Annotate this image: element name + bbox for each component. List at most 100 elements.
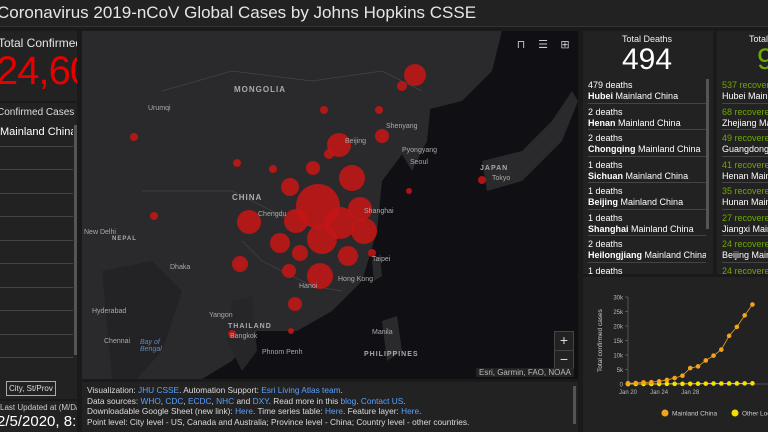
death-region: Mainland China (631, 223, 694, 234)
case-marker[interactable] (338, 246, 358, 266)
blog-link[interactable]: blog (341, 396, 357, 406)
case-marker[interactable] (306, 161, 320, 175)
case-marker[interactable] (478, 176, 486, 184)
map-view[interactable]: MONGOLIA CHINA JAPAN THAILAND PHILIPPINE… (82, 31, 578, 379)
cases-chart-panel: 0 5k 10k 15k 20k 25k 30k Total confirmed cases J… (583, 277, 768, 432)
recovered-place: Zhejiang Mainland China (722, 117, 768, 128)
list-item[interactable]: 1 deaths Sichuan Mainland China (588, 157, 706, 183)
country-row[interactable] (0, 147, 73, 170)
case-marker[interactable] (375, 106, 383, 114)
country-row[interactable] (0, 335, 73, 358)
case-marker[interactable] (233, 159, 241, 167)
case-marker[interactable] (292, 245, 308, 261)
list-item[interactable]: 479 deaths Hubei Mainland China (588, 77, 706, 104)
map-label: Taipei (372, 256, 391, 263)
zoom-out-button[interactable]: − (555, 350, 573, 368)
timeseries-link[interactable]: Here (325, 406, 343, 416)
case-marker[interactable] (282, 264, 296, 278)
total-recovered-value: 9 (757, 43, 768, 76)
list-item[interactable]: 1 deaths (588, 263, 706, 275)
case-marker[interactable] (269, 165, 277, 173)
country-row[interactable] (0, 241, 73, 264)
death-count: 1 deaths (588, 186, 623, 196)
map-canvas[interactable] (82, 31, 578, 379)
case-marker[interactable] (232, 256, 248, 272)
case-marker[interactable] (406, 188, 412, 194)
source-link[interactable]: NHC (216, 396, 234, 406)
death-region: Mainland China (615, 91, 679, 101)
case-marker[interactable] (284, 209, 308, 233)
map-label: Beijing (345, 138, 367, 145)
recovered-place: Hubei Mainland China (722, 91, 768, 101)
case-marker[interactable] (270, 233, 290, 253)
map-label: Yangon (209, 312, 233, 319)
info-scrollbar[interactable] (573, 386, 576, 424)
city-state-button[interactable]: City, St/Prov (6, 381, 56, 396)
case-marker[interactable] (397, 81, 407, 91)
list-item[interactable]: 68 recoveredZhejiang Mainland China (722, 104, 768, 130)
info-text: . Automation Support: (179, 385, 262, 395)
list-item[interactable]: 41 recoveredHenan Mainland China (722, 157, 768, 183)
case-marker[interactable] (150, 212, 158, 220)
death-count: 1 deaths (588, 159, 623, 170)
map-label: New Delhi (84, 229, 116, 236)
list-item[interactable]: 537 recoveredHubei Mainland China (722, 77, 768, 104)
data-point (680, 381, 685, 387)
list-item[interactable]: 1 deaths Shanghai Mainland China (588, 210, 706, 236)
list-item[interactable]: 24 recovered (722, 263, 768, 275)
list-item[interactable]: 27 recoveredJiangxi Mainland China (722, 210, 768, 236)
source-link[interactable]: WHO (141, 396, 161, 406)
sheet-link[interactable]: Here (235, 406, 253, 416)
jhu-csse-link[interactable]: JHU CSSE (138, 385, 179, 395)
deaths-scrollbar[interactable] (706, 79, 709, 229)
data-point (711, 381, 716, 386)
death-place: Sichuan (588, 170, 624, 181)
country-list-scrollbar[interactable] (74, 125, 77, 355)
country-row[interactable] (0, 288, 73, 311)
data-point (680, 373, 685, 378)
country-row[interactable] (0, 311, 73, 335)
bookmark-icon[interactable]: ⊓ (514, 38, 528, 52)
grid-icon[interactable]: ⊞ (558, 38, 572, 52)
case-marker[interactable] (324, 149, 334, 159)
last-updated-label: Last Updated at (M/D/YYYY) (0, 403, 77, 412)
source-link[interactable]: CDC (165, 396, 183, 406)
country-row[interactable] (0, 194, 73, 217)
case-marker[interactable] (339, 165, 365, 191)
list-item[interactable]: 49 recoveredGuangdong Mainland China (722, 130, 768, 157)
case-marker[interactable] (288, 297, 302, 311)
list-item[interactable]: 1 deaths Beijing Mainland China (588, 183, 706, 210)
country-row[interactable]: Mainland China (0, 123, 73, 147)
case-marker[interactable] (320, 106, 328, 114)
country-list-header: Confirmed Cases by Country/Region (0, 107, 77, 118)
case-marker[interactable] (281, 178, 299, 196)
esri-link[interactable]: Esri Living Atlas team (261, 385, 340, 395)
list-item[interactable]: 24 recoveredBeijing Mainland China (722, 236, 768, 263)
country-row[interactable] (0, 217, 73, 241)
y-tick-label: 25k (613, 310, 624, 316)
case-marker[interactable] (404, 64, 426, 86)
list-item[interactable]: 2 deaths Heilongjiang Mainland China (588, 236, 706, 263)
case-marker[interactable] (130, 133, 138, 141)
case-marker[interactable] (351, 218, 377, 244)
list-item[interactable]: 2 deaths Chongqing Mainland China (588, 130, 706, 157)
y-tick-label: 0 (620, 383, 624, 389)
list-item[interactable]: 2 deaths Henan Mainland China (588, 104, 706, 130)
case-marker[interactable] (375, 129, 389, 143)
country-row[interactable] (0, 170, 73, 194)
zoom-in-button[interactable]: + (555, 332, 573, 350)
list-item[interactable]: 35 recoveredHunan Mainland China (722, 183, 768, 210)
zoom-control: + − (554, 331, 574, 369)
data-point (695, 381, 701, 386)
list-icon[interactable]: ☰ (536, 38, 550, 52)
source-link[interactable]: ECDC (188, 396, 212, 406)
legend-label: Mainland China (672, 411, 718, 418)
data-point (633, 380, 639, 386)
source-link[interactable]: DXY (253, 396, 269, 406)
country-row[interactable] (0, 264, 73, 288)
feature-layer-link[interactable]: Here (401, 406, 419, 416)
case-marker[interactable] (307, 224, 337, 254)
case-marker[interactable] (288, 328, 294, 334)
data-point (664, 381, 670, 387)
contact-link[interactable]: Contact US (361, 396, 403, 406)
